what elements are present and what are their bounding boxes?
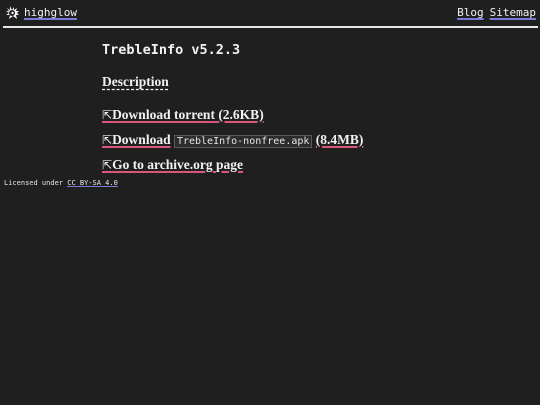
download-torrent-link[interactable]: ⇱Download torrent (2.6KB) (102, 107, 264, 122)
license-text: Licensed under (4, 179, 64, 187)
external-link-arrow-icon: ⇱ (102, 158, 113, 172)
download-apk-row: ⇱Download TrebleInfo-nonfree.apk (8.4MB) (102, 132, 522, 148)
archive-org-link[interactable]: ⇱Go to archive.org page (102, 157, 243, 172)
nav-sitemap-link[interactable]: Sitemap (490, 6, 536, 19)
external-link-arrow-icon: ⇱ (102, 108, 113, 122)
download-apk-prefix: Download (112, 132, 171, 147)
download-torrent-label: Download torrent (112, 107, 215, 122)
description-toggle[interactable]: Description (102, 74, 169, 90)
license-link[interactable]: CC BY-SA 4.0 (67, 179, 118, 187)
site-header: highglow Blog Sitemap (0, 0, 540, 27)
site-name-link[interactable]: highglow (24, 7, 77, 19)
archive-page-suffix: page (216, 157, 244, 172)
download-torrent-row: ⇱Download torrent (2.6KB) (102, 107, 522, 123)
external-link-arrow-icon: ⇱ (102, 133, 113, 147)
top-nav: Blog Sitemap (451, 7, 536, 19)
torrent-size: (2.6KB) (218, 107, 264, 122)
archive-row: ⇱Go to archive.org page (102, 157, 522, 173)
apk-filename: TrebleInfo-nonfree.apk (173, 135, 313, 148)
header-divider (3, 26, 538, 28)
download-apk-link[interactable]: ⇱Download (102, 132, 171, 147)
page-title: TrebleInfo v5.2.3 (102, 42, 241, 58)
license-footer: Licensed under CC BY-SA 4.0 (4, 179, 118, 187)
apk-size-link[interactable]: (8.4MB) (316, 132, 364, 147)
nav-blog-link[interactable]: Blog (457, 6, 484, 19)
spiky-creature-logo-icon[interactable] (5, 5, 21, 21)
archive-org-label: Go to archive.org (112, 157, 213, 172)
main-content: TrebleInfo v5.2.3 Description ⇱Download … (102, 42, 522, 182)
